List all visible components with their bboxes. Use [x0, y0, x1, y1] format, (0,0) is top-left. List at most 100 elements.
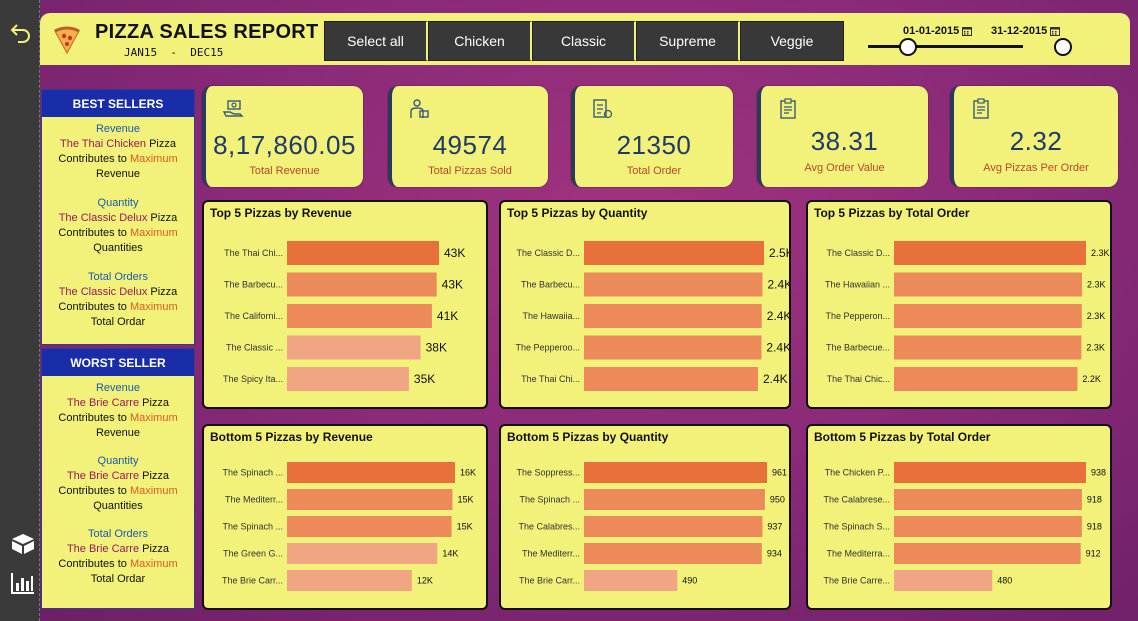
data-label: 490: [682, 576, 697, 586]
bar[interactable]: [584, 272, 763, 297]
bar-plot: The Thai Chi... 43K The Barbecu... 43K The C…: [223, 241, 465, 391]
kpi-label: Avg Order Value: [804, 162, 885, 174]
calendar-icon[interactable]: [962, 26, 973, 36]
data-label: 14K: [442, 549, 458, 559]
data-label: 2.3K: [1086, 343, 1105, 353]
data-label: 16K: [460, 468, 476, 478]
package-icon[interactable]: [10, 533, 36, 555]
category-label: The Classic D...: [826, 248, 890, 258]
bar[interactable]: [287, 241, 439, 265]
worst-quantity-category: Quantity: [97, 455, 139, 467]
date-range-slider-track[interactable]: [868, 45, 1023, 48]
data-label: 15K: [457, 495, 473, 505]
filter-chicken-button[interactable]: Chicken: [428, 21, 532, 61]
data-label: 938: [1091, 468, 1106, 478]
bar[interactable]: [584, 543, 762, 564]
filter-classic-button[interactable]: Classic: [532, 21, 636, 61]
pizza-word: Pizza: [146, 138, 176, 150]
bar[interactable]: [287, 304, 432, 328]
category-label: The Hawaiia...: [522, 311, 580, 321]
maximum-text: Maximum: [129, 227, 178, 239]
bar[interactable]: [584, 570, 678, 591]
bar[interactable]: [894, 367, 1078, 391]
category-label: The Green G...: [223, 549, 283, 559]
kpi-avg-pizzas-per-order: 2.32 Avg Pizzas Per Order: [950, 86, 1118, 187]
bar[interactable]: [287, 272, 437, 297]
category-label: The Spicy Ita...: [223, 374, 283, 384]
metric-text: Revenue: [95, 427, 141, 439]
bar[interactable]: [584, 335, 762, 360]
bar[interactable]: [894, 335, 1082, 360]
kpi-label: Total Pizzas Sold: [428, 165, 512, 177]
kpi-value: 49574: [432, 130, 508, 160]
category-label: The Calabrese...: [823, 495, 890, 505]
date-range-subtitle: JAN15 - DEC15: [124, 46, 224, 59]
bar[interactable]: [287, 462, 455, 483]
metric-text: Total Ordar: [90, 573, 146, 585]
best-orders-block: Total Orders The Classic Delux Pizza Con…: [42, 270, 194, 330]
category-label: The Classic D...: [516, 248, 580, 258]
calendar-icon[interactable]: [1050, 26, 1061, 36]
data-label: 2.2K: [1082, 374, 1101, 384]
contributes-text: Contributes to: [58, 485, 130, 497]
filter-supreme-button[interactable]: Supreme: [636, 21, 740, 61]
bar[interactable]: [584, 462, 767, 483]
bar[interactable]: [287, 543, 438, 564]
category-label: The Californi...: [224, 311, 283, 321]
pizza-word: Pizza: [139, 397, 170, 409]
bar[interactable]: [287, 367, 409, 391]
bar[interactable]: [894, 543, 1081, 564]
pizza-slice-icon: [54, 26, 80, 55]
bar[interactable]: [894, 516, 1082, 537]
filter-select-all-button[interactable]: Select all: [324, 21, 428, 61]
bar[interactable]: [287, 516, 452, 537]
bar[interactable]: [287, 489, 453, 510]
kpi-avg-order-value: 38.31 Avg Order Value: [757, 86, 928, 187]
bar[interactable]: [894, 272, 1082, 297]
bar[interactable]: [287, 570, 412, 591]
bar[interactable]: [894, 304, 1082, 328]
bar-chart-icon[interactable]: [10, 571, 36, 595]
data-label: 918: [1087, 522, 1102, 532]
category-label: The Barbecu...: [521, 280, 580, 290]
metric-text: Total Ordar: [90, 316, 146, 328]
filter-veggie-button[interactable]: Veggie: [740, 21, 844, 61]
pizza-word: Pizza: [139, 470, 170, 482]
date-slider-end-handle[interactable]: [1054, 38, 1072, 56]
top5-quantity-chart: Top 5 Pizzas by Quantity The Classic D..…: [499, 200, 791, 409]
category-label: The Calabres...: [518, 522, 580, 532]
bar[interactable]: [287, 335, 421, 360]
bar[interactable]: [894, 570, 993, 591]
contributes-text: Contributes to: [58, 301, 130, 313]
bar[interactable]: [584, 241, 764, 265]
worst-orders-block: Total Orders The Brie Carre Pizza Contri…: [42, 527, 194, 587]
kpi-total-revenue: 8,17,860.05 Total Revenue: [202, 86, 363, 187]
bar[interactable]: [584, 367, 758, 391]
category-label: The Spinach S...: [823, 522, 890, 532]
best-revenue-block: Revenue The Thai Chicken Pizza Contribut…: [42, 122, 194, 182]
worst-seller-heading: WORST SELLER: [42, 349, 194, 376]
bar[interactable]: [894, 462, 1086, 483]
best-sellers-heading: BEST SELLERS: [42, 90, 194, 117]
best-revenue-pizza: The Thai Chicken: [60, 138, 147, 150]
bar[interactable]: [584, 489, 765, 510]
back-arrow-icon[interactable]: [9, 20, 33, 44]
data-label: 43K: [444, 246, 465, 260]
bar[interactable]: [894, 489, 1082, 510]
worst-quantity-pizza: The Brie Carre: [66, 470, 140, 482]
kpi-label: Total Order: [626, 165, 682, 177]
bar[interactable]: [584, 516, 763, 537]
contributes-text: Contributes to: [58, 558, 130, 570]
kpi-total-order: 21350 Total Order: [571, 86, 733, 187]
data-label: 35K: [414, 372, 435, 386]
bar[interactable]: [894, 241, 1086, 265]
end-date-field[interactable]: 31-12-2015: [991, 25, 1061, 37]
start-date-field[interactable]: 01-01-2015: [903, 25, 973, 37]
kpi-label: Total Revenue: [249, 165, 320, 177]
date-slider-start-handle[interactable]: [899, 38, 917, 56]
bar[interactable]: [584, 304, 762, 328]
delivery-person-icon: [410, 99, 429, 118]
category-label: The Thai Chi...: [521, 374, 580, 384]
data-label: 43K: [442, 278, 463, 292]
worst-seller-panel: WORST SELLER Revenue The Brie Carre Pizz…: [41, 348, 195, 609]
